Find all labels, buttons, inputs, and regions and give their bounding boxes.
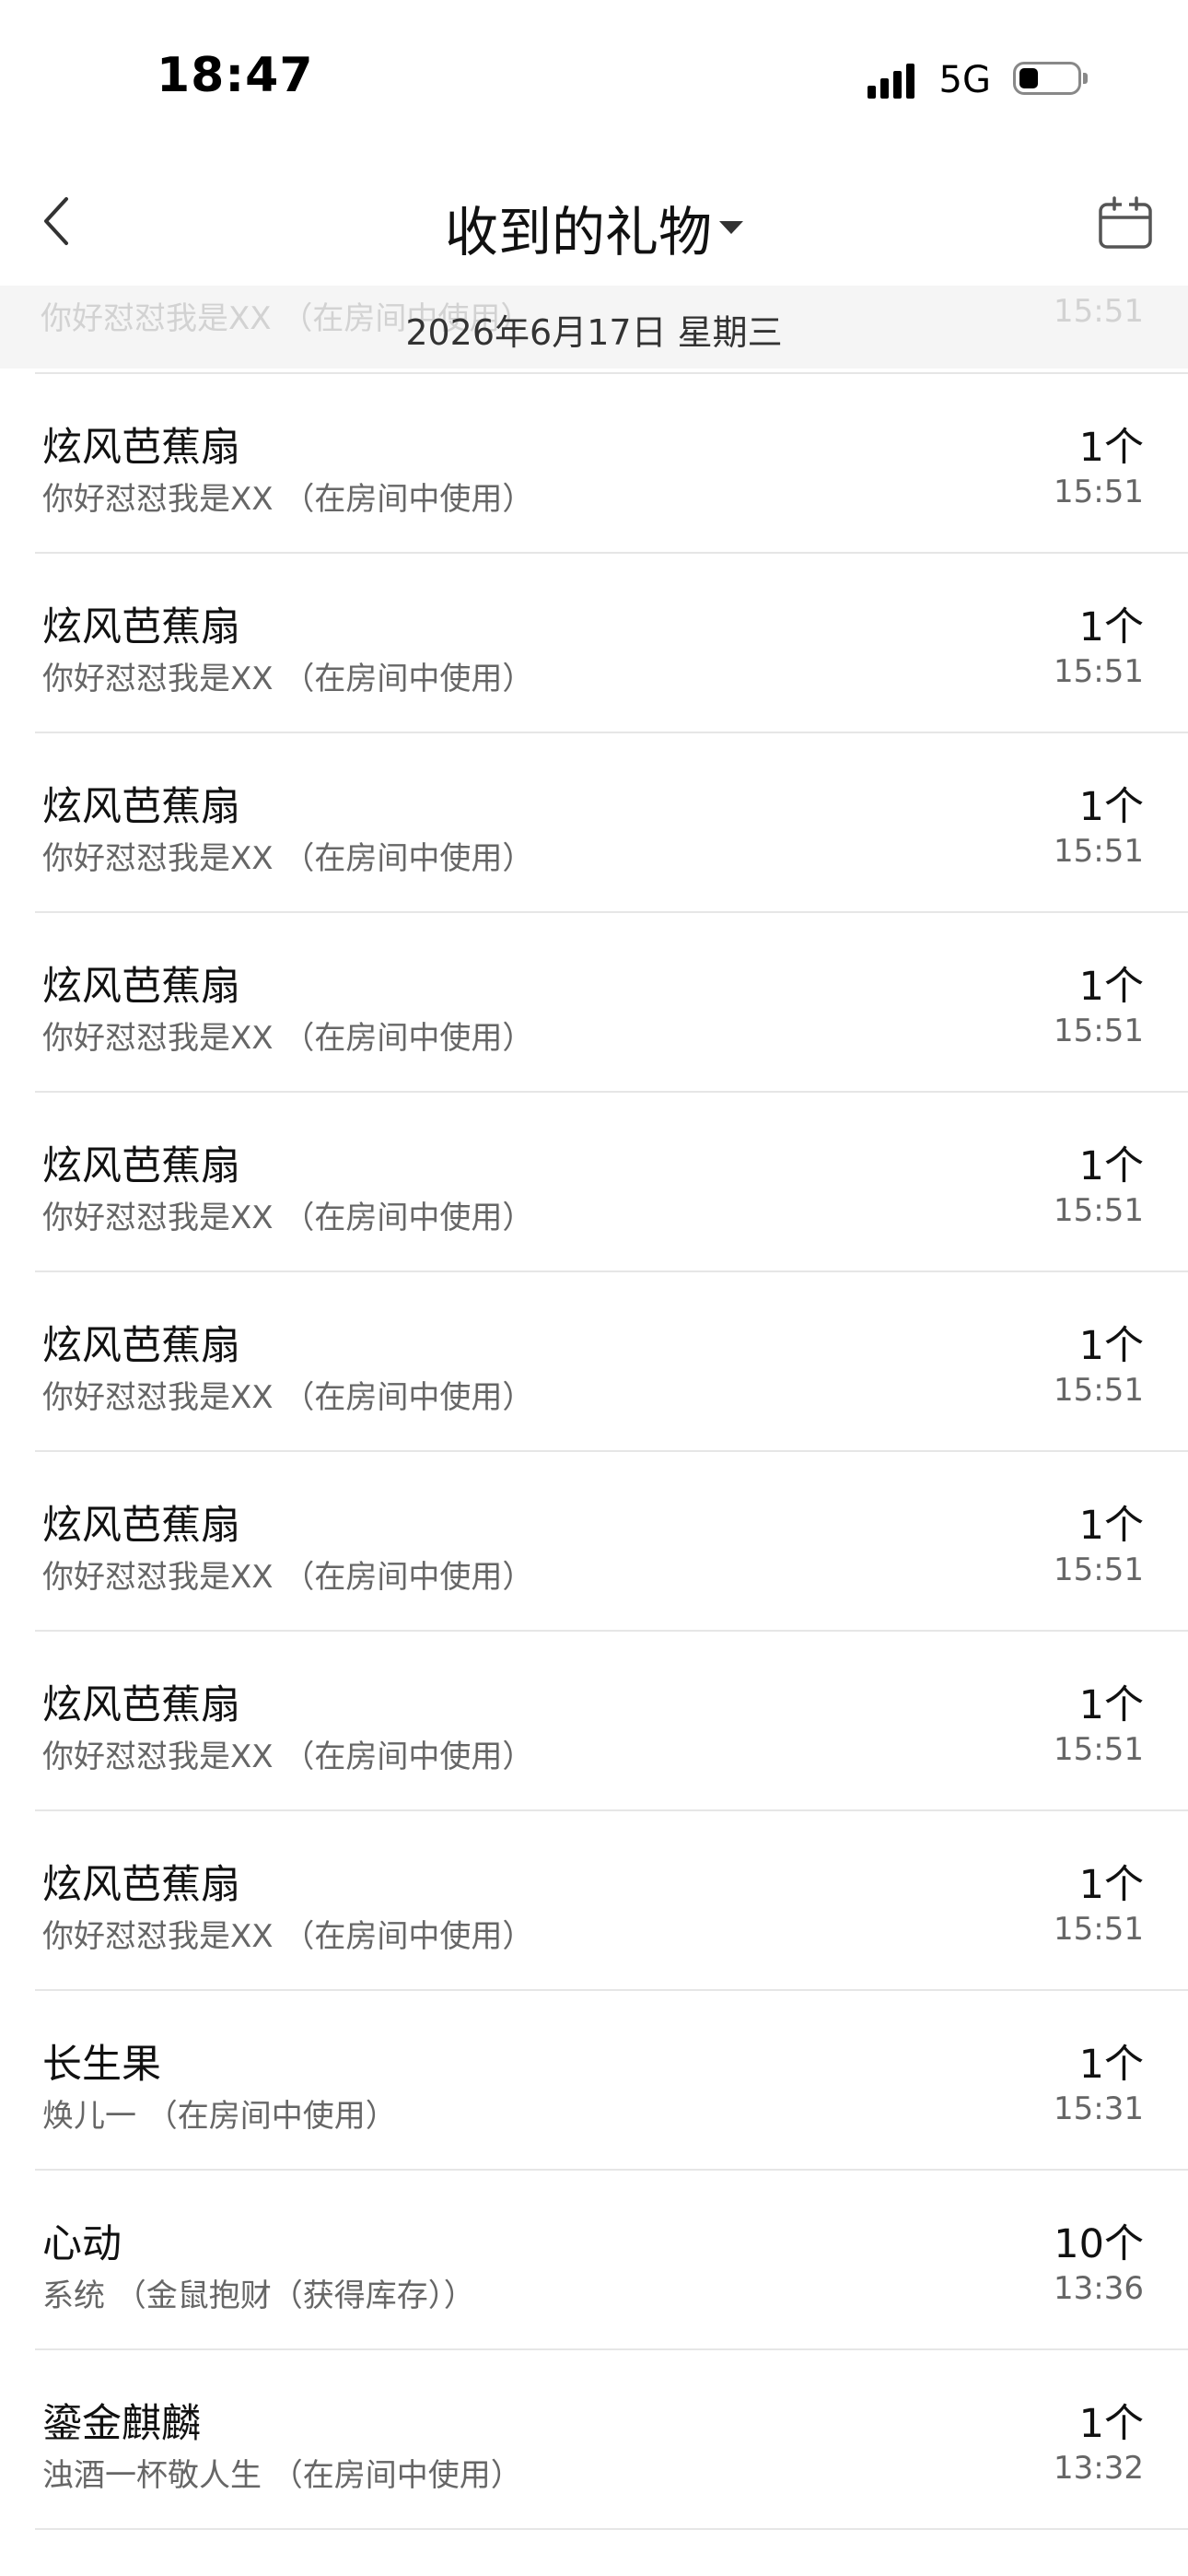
- gift-sender: 你好怼怼我是XX （在房间中使用）: [42, 1739, 534, 1775]
- gift-name: 炫风芭蕉扇: [42, 604, 240, 650]
- calendar-button[interactable]: [1096, 193, 1155, 252]
- gift-time: 13:32: [1054, 2450, 1144, 2487]
- gift-sender: 焕儿一 （在房间中使用）: [42, 2098, 397, 2135]
- gift-count: 1个: [1078, 1682, 1144, 1728]
- gift-count: 1个: [1078, 1503, 1144, 1549]
- gift-name: 炫风芭蕉扇: [42, 1503, 240, 1549]
- gift-sender: 你好怼怼我是XX （在房间中使用）: [42, 661, 534, 697]
- gift-sender: 系统 （金鼠抱财（获得库存））: [42, 2277, 475, 2314]
- gift-sender: 你好怼怼我是XX （在房间中使用）: [42, 840, 534, 877]
- gift-name: 炫风芭蕉扇: [42, 425, 240, 471]
- gift-name: 心动: [42, 2221, 122, 2267]
- gift-time: 15:51: [1054, 1731, 1144, 1768]
- calendar-icon: [1099, 196, 1152, 249]
- gift-time: 13:36: [1054, 2270, 1144, 2307]
- network-type: 5G: [938, 59, 991, 101]
- gift-sender: 你好怼怼我是XX （在房间中使用）: [42, 1559, 534, 1596]
- gift-time: 15:51: [1054, 653, 1144, 690]
- status-bar: 18:47 5G: [0, 0, 1188, 147]
- status-indicators: 5G: [867, 57, 1088, 103]
- list-item[interactable]: 炫风芭蕉扇你好怼怼我是XX （在房间中使用） 1个 15:51: [35, 372, 1188, 552]
- list-item[interactable]: 炫风芭蕉扇你好怼怼我是XX （在房间中使用） 1个 15:51: [35, 911, 1188, 1091]
- gift-name: 炫风芭蕉扇: [42, 784, 240, 830]
- list-item[interactable]: 炫风芭蕉扇你好怼怼我是XX （在房间中使用） 1个 15:51: [35, 1630, 1188, 1809]
- gift-time: 15:51: [1054, 1911, 1144, 1948]
- gift-count: 1个: [1078, 964, 1144, 1010]
- gift-time: 15:31: [1054, 2090, 1144, 2127]
- gift-time: 15:51: [1054, 1551, 1144, 1588]
- gift-list: 炫风芭蕉扇 你好怼怼我是XX （在房间中使用） 1个 15:51 炫风芭蕉扇 你好怼怼我是…: [0, 372, 1188, 2530]
- gift-name: 炫风芭蕉扇: [42, 964, 240, 1010]
- gift-count: 1个: [1078, 1143, 1144, 1189]
- gift-count: 10个: [1054, 2221, 1144, 2267]
- gift-time: 15:51: [1054, 1372, 1144, 1409]
- date-label: 2026年6月17日 星期三: [405, 312, 783, 353]
- list-item[interactable]: 长生果焕儿一 （在房间中使用） 1个 15:31: [35, 1989, 1188, 2169]
- gift-name: 鎏金麒麟: [42, 2401, 201, 2447]
- status-time: 18:47: [157, 48, 314, 103]
- gift-count: 1个: [1078, 425, 1144, 471]
- date-section-header: 你好怼怼我是XX （在房间中使用） 15:51 2026年6月17日 星期三: [0, 286, 1188, 369]
- list-item[interactable]: 鎏金麒麟浊酒一杯敬人生 （在房间中使用） 1个 13:32: [35, 2348, 1188, 2528]
- gift-count: 1个: [1078, 1862, 1144, 1908]
- gift-time: 15:51: [1054, 833, 1144, 870]
- gift-time: 15:51: [1054, 1192, 1144, 1229]
- list-item[interactable]: 心动系统 （金鼠抱财（获得库存）） 10个 13:36: [35, 2169, 1188, 2348]
- battery-icon: [1013, 62, 1088, 99]
- gift-sender: 你好怼怼我是XX （在房间中使用）: [42, 481, 534, 518]
- gift-count: 1个: [1078, 604, 1144, 650]
- gift-sender: 你好怼怼我是XX （在房间中使用）: [42, 1379, 534, 1416]
- gift-name: 炫风芭蕉扇: [42, 1862, 240, 1908]
- gift-sender: 你好怼怼我是XX （在房间中使用）: [42, 1918, 534, 1955]
- gift-time: 15:51: [1054, 1013, 1144, 1049]
- gift-name: 长生果: [42, 2042, 161, 2088]
- gift-count: 1个: [1078, 2042, 1144, 2088]
- nav-bar: 收到的礼物: [0, 147, 1188, 286]
- gift-name: 炫风芭蕉扇: [42, 1682, 240, 1728]
- title-dropdown[interactable]: 收到的礼物: [0, 189, 1188, 266]
- list-item[interactable]: 炫风芭蕉扇你好怼怼我是XX （在房间中使用） 1个 15:51: [35, 1809, 1188, 1989]
- gift-name: 炫风芭蕉扇: [42, 1143, 240, 1189]
- gift-count: 1个: [1078, 1323, 1144, 1369]
- page-title: 收到的礼物: [444, 201, 712, 263]
- gift-sender: 你好怼怼我是XX （在房间中使用）: [42, 1020, 534, 1057]
- cellular-signal-icon: [867, 62, 919, 99]
- list-item[interactable]: 炫风芭蕉扇你好怼怼我是XX （在房间中使用） 1个 15:51: [35, 1270, 1188, 1450]
- list-item[interactable]: 炫风芭蕉扇你好怼怼我是XX （在房间中使用） 1个 15:51: [35, 1450, 1188, 1630]
- gift-time: 15:51: [1054, 474, 1144, 510]
- caret-down-icon: [719, 221, 743, 234]
- gift-count: 1个: [1078, 2401, 1144, 2447]
- list-item[interactable]: 炫风芭蕉扇你好怼怼我是XX （在房间中使用） 1个 15:51: [35, 732, 1188, 911]
- gift-sender: 你好怼怼我是XX （在房间中使用）: [42, 1200, 534, 1236]
- gift-sender: 浊酒一杯敬人生 （在房间中使用）: [42, 2457, 522, 2494]
- gift-name: 炫风芭蕉扇: [42, 1323, 240, 1369]
- list-item[interactable]: 炫风芭蕉扇你好怼怼我是XX （在房间中使用） 1个 15:51: [35, 552, 1188, 732]
- list-item[interactable]: 炫风芭蕉扇你好怼怼我是XX （在房间中使用） 1个 15:51: [35, 1091, 1188, 1270]
- list-divider: [35, 2528, 1188, 2530]
- gift-count: 1个: [1078, 784, 1144, 830]
